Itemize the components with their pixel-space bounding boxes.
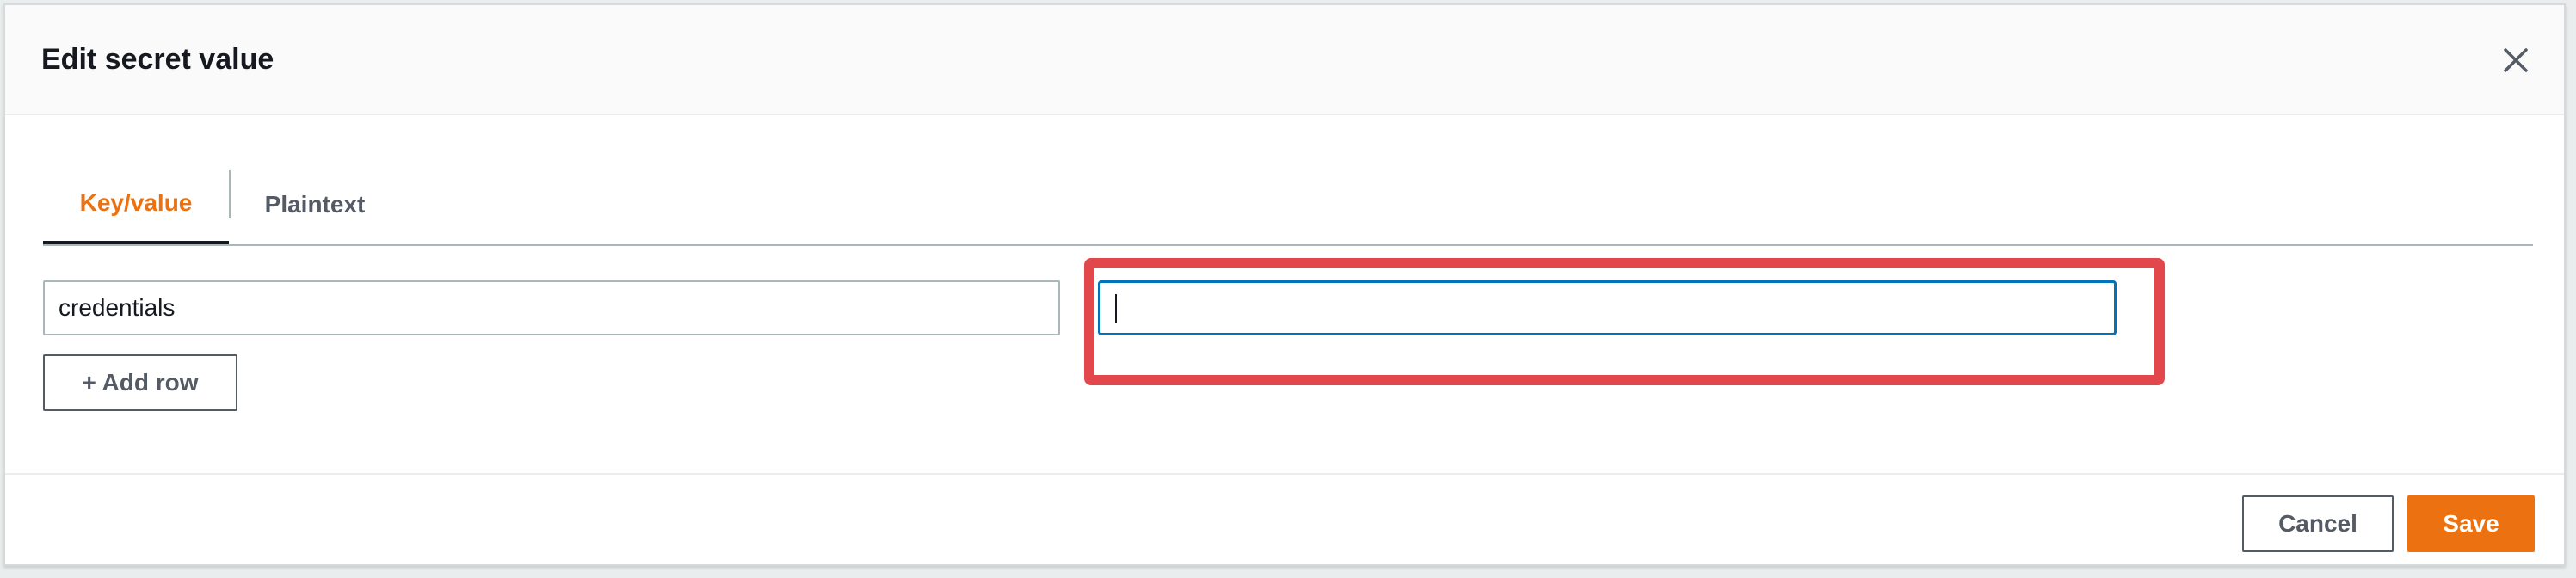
save-button[interactable]: Save <box>2407 495 2535 552</box>
secret-key-input[interactable] <box>43 280 1060 335</box>
secret-value-input[interactable] <box>1098 280 2117 335</box>
modal-header: Edit secret value <box>5 5 2564 115</box>
modal-title: Edit secret value <box>41 43 274 76</box>
close-icon <box>2504 48 2528 72</box>
tab-bar: Key/value Plaintext <box>43 165 2533 246</box>
tab-plaintext[interactable]: Plaintext <box>232 165 397 244</box>
modal-footer: Cancel Save <box>5 473 2564 564</box>
tab-key-value[interactable]: Key/value <box>43 165 229 244</box>
tab-divider <box>229 170 231 218</box>
text-cursor <box>1115 294 1117 323</box>
cancel-button[interactable]: Cancel <box>2242 495 2394 552</box>
edit-secret-modal: Edit secret value Key/value Plaintext + … <box>3 3 2566 566</box>
add-row-button[interactable]: + Add row <box>43 354 237 411</box>
close-button[interactable] <box>2493 38 2538 83</box>
